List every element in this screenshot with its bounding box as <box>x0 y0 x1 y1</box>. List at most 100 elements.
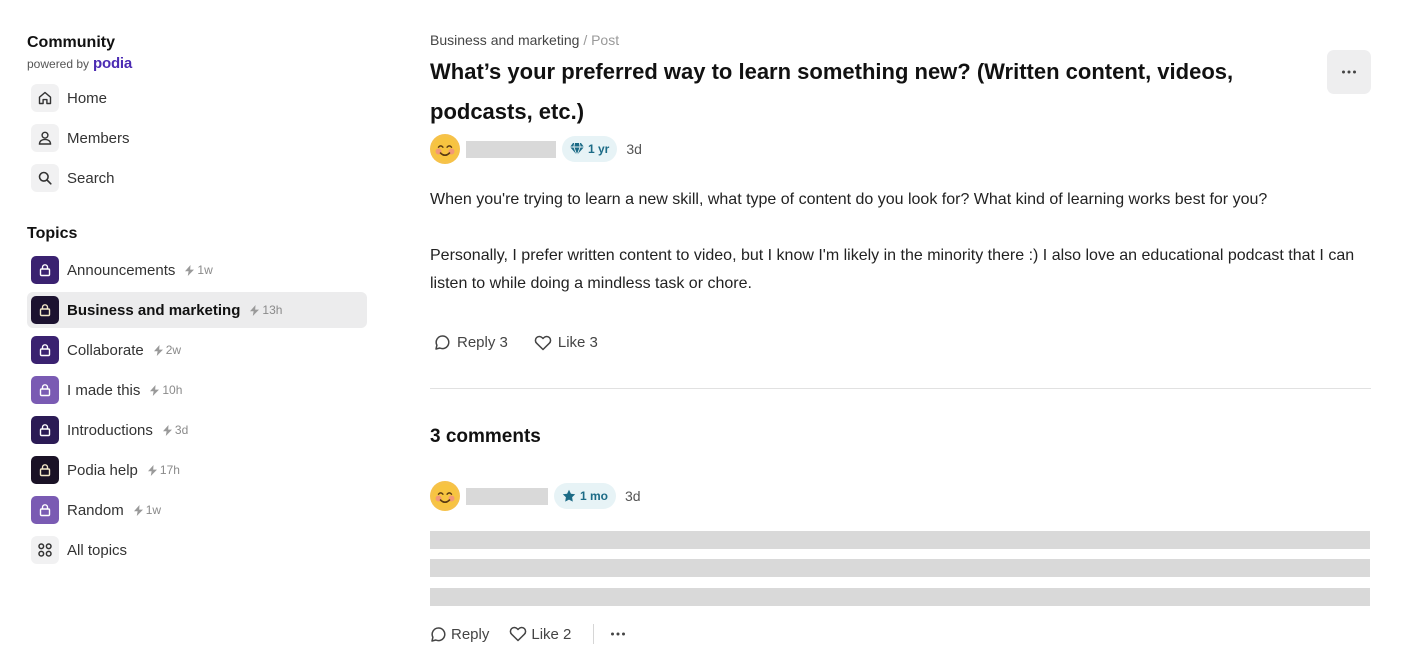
smiley-icon <box>433 484 457 508</box>
comment-reply-label: Reply <box>451 625 490 643</box>
like-label: Like 3 <box>557 334 598 351</box>
nav-label-home: Home <box>67 89 108 107</box>
home-icon <box>31 84 59 112</box>
more-horizontal-icon <box>611 632 626 636</box>
lightning-icon <box>147 464 157 476</box>
topic-age: 10h <box>162 383 183 397</box>
nav-item-members[interactable]: Members <box>27 120 367 156</box>
topic-age: 17h <box>159 463 180 477</box>
divider <box>593 624 595 644</box>
sidebar: Community powered by podia Home Members … <box>27 34 367 572</box>
topic-name: Introductions <box>67 421 153 439</box>
nav-item-home[interactable]: Home <box>27 80 367 116</box>
topic-age: 1w <box>145 503 162 517</box>
badge-label: 1 yr <box>588 142 610 156</box>
comment-author-name-redacted[interactable] <box>466 487 548 505</box>
lock-icon <box>31 496 59 524</box>
topics-heading: Topics <box>27 225 78 242</box>
divider <box>430 388 1371 389</box>
post-more-button[interactable] <box>1327 50 1371 94</box>
redacted-line <box>430 531 1370 549</box>
nav-label-members: Members <box>67 129 130 147</box>
comment-actions: Reply Like 2 <box>430 624 1371 644</box>
topic-i-made-this[interactable]: I made this 10h <box>27 372 367 408</box>
post-actions: Reply 3 Like 3 <box>430 334 1371 351</box>
comment-icon <box>431 626 446 642</box>
topic-name: Announcements <box>67 261 176 279</box>
post-body: When you're trying to learn a new skill,… <box>430 186 1370 298</box>
breadcrumb-separator: / <box>583 32 588 48</box>
avatar[interactable] <box>430 134 460 164</box>
topic-business-and-marketing[interactable]: Business and marketing 13h <box>27 292 367 328</box>
redacted-line <box>430 588 1370 606</box>
lock-icon <box>31 456 59 484</box>
topic-collaborate[interactable]: Collaborate 2w <box>27 332 367 368</box>
user-icon <box>31 124 59 152</box>
topic-introductions[interactable]: Introductions 3d <box>27 412 367 448</box>
like-button[interactable]: Like 3 <box>534 334 598 351</box>
badge-label: 1 mo <box>580 489 609 503</box>
comment-more-button[interactable] <box>610 632 626 636</box>
powered-by: powered by podia <box>27 55 367 72</box>
lock-icon <box>31 256 59 284</box>
search-icon <box>31 164 59 192</box>
post-view: Business and marketing / Post What’s you… <box>430 32 1371 644</box>
breadcrumb-topic[interactable]: Business and marketing <box>430 32 579 48</box>
redacted-line <box>430 559 1370 577</box>
grid-icon <box>31 536 59 564</box>
nav-item-search[interactable]: Search <box>27 160 367 196</box>
topic-name: Collaborate <box>67 341 144 359</box>
topic-activity: 13h <box>250 303 282 317</box>
comment-icon <box>435 335 450 350</box>
reply-label: Reply 3 <box>457 334 508 351</box>
topic-name: Random <box>67 501 124 519</box>
post-paragraph: Personally, I prefer written content to … <box>430 247 1355 292</box>
comment-like-button[interactable]: Like 2 <box>509 626 571 643</box>
breadcrumb: Business and marketing / Post <box>430 32 1371 48</box>
heart-icon <box>510 626 527 642</box>
topic-age: 3d <box>174 423 189 437</box>
topics-list: Announcements 1w Business and marketing … <box>27 252 367 568</box>
comments-heading: 3 comments <box>430 426 541 447</box>
membership-badge: 1 mo <box>554 483 617 509</box>
podia-logo: podia <box>93 55 133 72</box>
lightning-icon <box>133 504 143 516</box>
lock-icon <box>31 296 59 324</box>
topic-age: 13h <box>262 303 283 317</box>
topic-age: 2w <box>165 343 182 357</box>
lightning-icon <box>250 304 260 316</box>
topic-age: 1w <box>197 263 213 277</box>
lightning-icon <box>162 424 172 436</box>
comment-reply-button[interactable]: Reply <box>430 626 489 643</box>
author-name-redacted[interactable] <box>466 140 556 158</box>
topic-activity: 1w <box>185 263 213 277</box>
comment-like-label: Like 2 <box>531 625 572 643</box>
topic-activity: 3d <box>162 423 189 437</box>
heart-icon <box>534 335 552 350</box>
smiley-icon <box>433 137 457 161</box>
post-author: 1 yr 3d <box>430 134 1371 164</box>
powered-by-label: powered by <box>27 57 90 71</box>
all-topics-label: All topics <box>67 541 128 559</box>
membership-badge: 1 yr <box>562 136 618 162</box>
star-icon <box>562 489 576 502</box>
lock-icon <box>31 336 59 364</box>
comment-author: 1 mo 3d <box>430 481 1371 511</box>
topic-activity: 10h <box>150 383 182 397</box>
lightning-icon <box>153 344 163 356</box>
all-topics-link[interactable]: All topics <box>27 532 367 568</box>
community-title: Community <box>27 34 115 51</box>
more-horizontal-icon <box>1342 70 1356 74</box>
topic-podia-help[interactable]: Podia help 17h <box>27 452 367 488</box>
reply-button[interactable]: Reply 3 <box>434 334 508 351</box>
avatar[interactable] <box>430 481 460 511</box>
topic-name: Podia help <box>67 461 138 479</box>
comment-time: 3d <box>625 488 641 504</box>
topic-activity: 1w <box>133 503 162 517</box>
lightning-icon <box>185 264 195 276</box>
lightning-icon <box>150 384 160 396</box>
topic-random[interactable]: Random 1w <box>27 492 367 528</box>
community-brand[interactable]: Community powered by podia <box>27 34 367 72</box>
topic-announcements[interactable]: Announcements 1w <box>27 252 367 288</box>
post-time: 3d <box>626 141 642 157</box>
